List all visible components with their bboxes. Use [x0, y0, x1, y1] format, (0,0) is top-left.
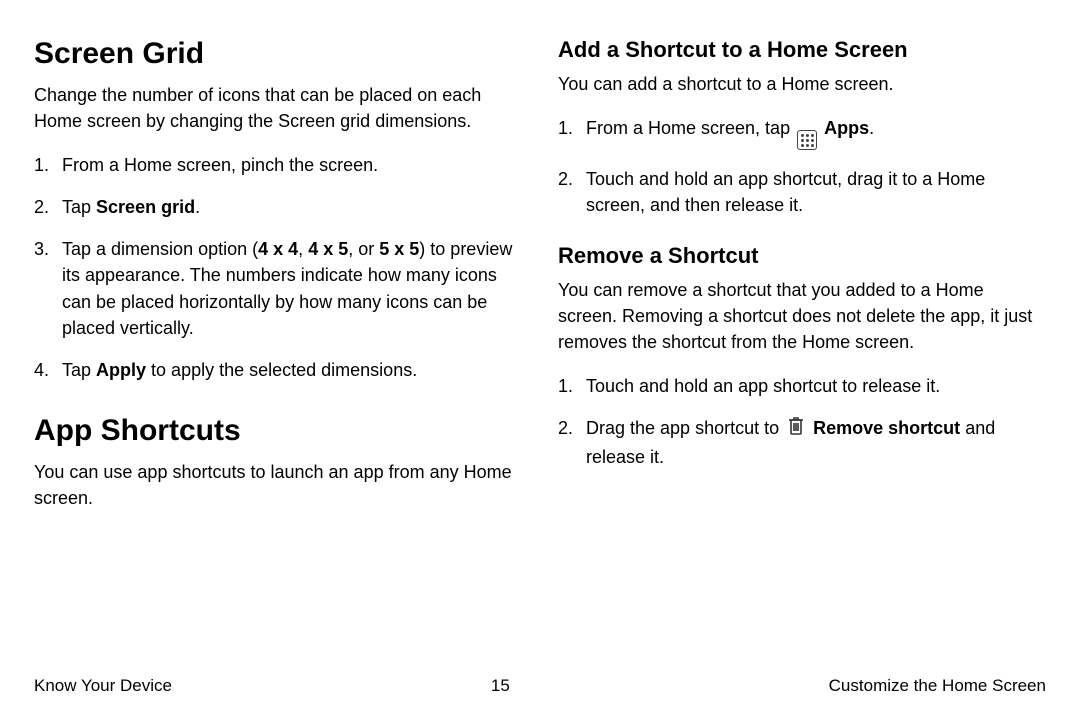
text: ,: [298, 239, 308, 259]
list-item: From a Home screen, pinch the screen.: [34, 152, 522, 178]
text-bold: 4 x 4: [258, 239, 298, 259]
heading-screen-grid: Screen Grid: [34, 36, 522, 72]
heading-add-shortcut: Add a Shortcut to a Home Screen: [558, 36, 1046, 65]
trash-icon: [786, 415, 806, 444]
text-bold: 5 x 5: [379, 239, 419, 259]
apps-icon: [797, 130, 817, 150]
text-bold: Apps: [824, 118, 869, 138]
right-column: Add a Shortcut to a Home Screen You can …: [558, 36, 1046, 529]
footer-left: Know Your Device: [34, 676, 172, 696]
text: From a Home screen, tap: [586, 118, 795, 138]
footer-right: Customize the Home Screen: [829, 676, 1046, 696]
text: Tap a dimension option (: [62, 239, 258, 259]
ordered-list: From a Home screen, pinch the screen. Ta…: [34, 152, 522, 383]
list-item: Touch and hold an app shortcut to releas…: [558, 373, 1046, 399]
paragraph: You can remove a shortcut that you added…: [558, 277, 1046, 355]
heading-remove-shortcut: Remove a Shortcut: [558, 242, 1046, 271]
text: Tap: [62, 197, 96, 217]
ordered-list: Touch and hold an app shortcut to releas…: [558, 373, 1046, 470]
paragraph: You can add a shortcut to a Home screen.: [558, 71, 1046, 97]
list-item: Tap a dimension option (4 x 4, 4 x 5, or…: [34, 236, 522, 340]
text-bold: Apply: [96, 360, 146, 380]
text: .: [869, 118, 874, 138]
left-column: Screen Grid Change the number of icons t…: [34, 36, 522, 529]
list-item: Drag the app shortcut to Remove shortcut…: [558, 415, 1046, 470]
page-footer: Know Your Device 15 Customize the Home S…: [34, 676, 1046, 696]
list-item: Tap Screen grid.: [34, 194, 522, 220]
list-item: Tap Apply to apply the selected dimensio…: [34, 357, 522, 383]
text: Drag the app shortcut to: [586, 418, 784, 438]
ordered-list: From a Home screen, tap Apps. Touch and …: [558, 115, 1046, 219]
paragraph: You can use app shortcuts to launch an a…: [34, 459, 522, 511]
paragraph: Change the number of icons that can be p…: [34, 82, 522, 134]
text: Tap: [62, 360, 96, 380]
text: .: [195, 197, 200, 217]
text-bold: Remove shortcut: [813, 418, 960, 438]
text: , or: [348, 239, 379, 259]
heading-app-shortcuts: App Shortcuts: [34, 413, 522, 449]
list-item: From a Home screen, tap Apps.: [558, 115, 1046, 151]
text: to apply the selected dimensions.: [146, 360, 417, 380]
text-bold: Screen grid: [96, 197, 195, 217]
list-item: Touch and hold an app shortcut, drag it …: [558, 166, 1046, 218]
footer-page-number: 15: [491, 676, 510, 696]
text-bold: 4 x 5: [308, 239, 348, 259]
